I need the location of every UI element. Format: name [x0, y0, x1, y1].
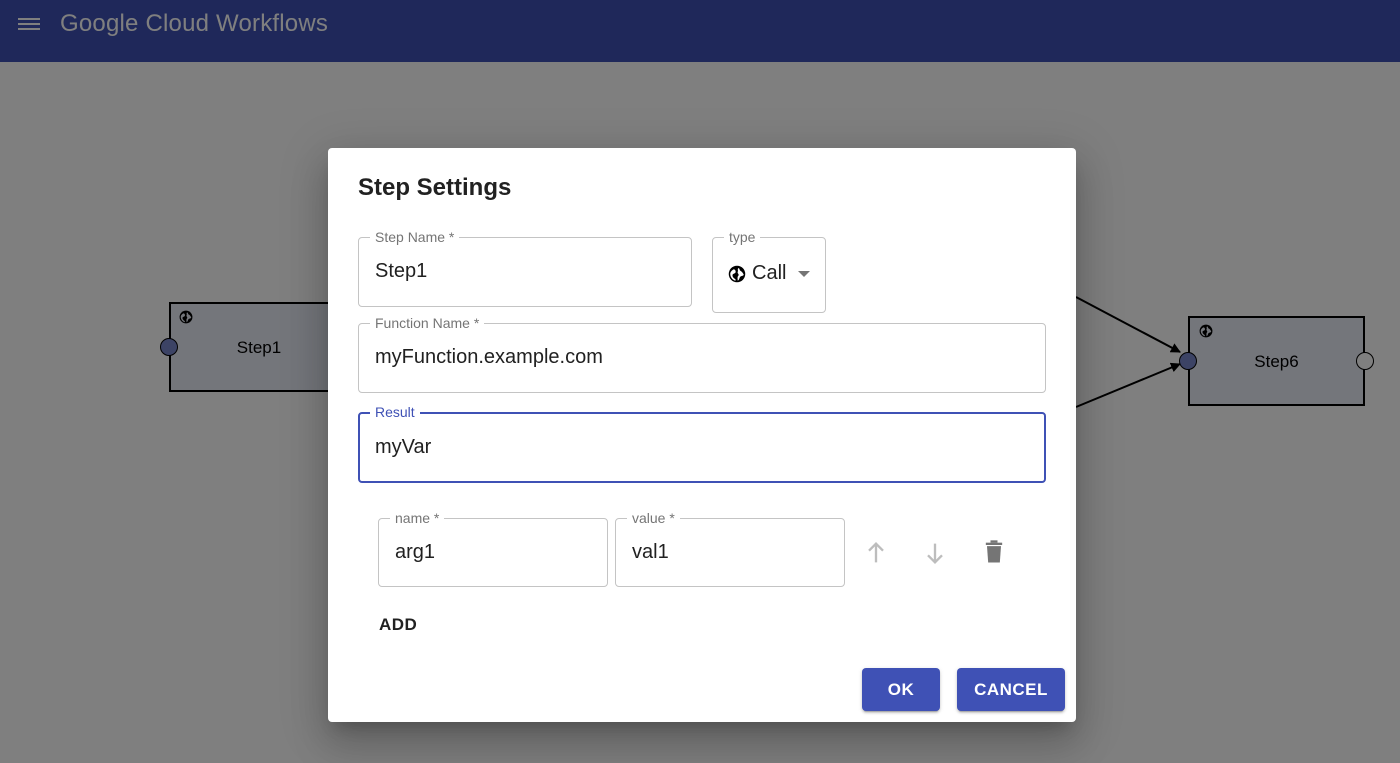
function-name-input[interactable]: myFunction.example.com	[375, 346, 603, 369]
field-label: Result	[370, 404, 420, 420]
arg-name-field[interactable]: name * arg1	[378, 510, 608, 587]
field-label: type	[724, 229, 761, 245]
move-up-icon[interactable]	[862, 539, 890, 567]
ok-button[interactable]: OK	[862, 668, 940, 711]
field-label: Function Name *	[370, 315, 485, 331]
arg-name-input[interactable]: arg1	[395, 541, 435, 564]
step-settings-dialog: Step Settings Step Name * Step1 type Cal…	[328, 148, 1076, 722]
move-down-icon[interactable]	[921, 539, 949, 567]
dropdown-caret-icon	[798, 270, 811, 277]
globe-icon	[728, 265, 746, 282]
arg-value-input[interactable]: val1	[632, 541, 669, 564]
step-name-field[interactable]: Step Name * Step1	[358, 229, 692, 307]
result-field[interactable]: Result myVar	[358, 404, 1046, 483]
type-select-value: Call	[752, 262, 787, 284]
dialog-title: Step Settings	[358, 174, 512, 201]
add-argument-button[interactable]: ADD	[379, 615, 417, 635]
result-input[interactable]: myVar	[375, 436, 431, 459]
field-label: value *	[627, 510, 680, 526]
function-name-field[interactable]: Function Name * myFunction.example.com	[358, 315, 1046, 393]
field-label: name *	[390, 510, 445, 526]
type-select[interactable]: type Call	[712, 229, 826, 313]
cancel-button[interactable]: CANCEL	[957, 668, 1065, 711]
field-label: Step Name *	[370, 229, 460, 245]
step-name-input[interactable]: Step1	[375, 260, 427, 283]
delete-icon[interactable]	[980, 538, 1008, 566]
arg-value-field[interactable]: value * val1	[615, 510, 845, 587]
